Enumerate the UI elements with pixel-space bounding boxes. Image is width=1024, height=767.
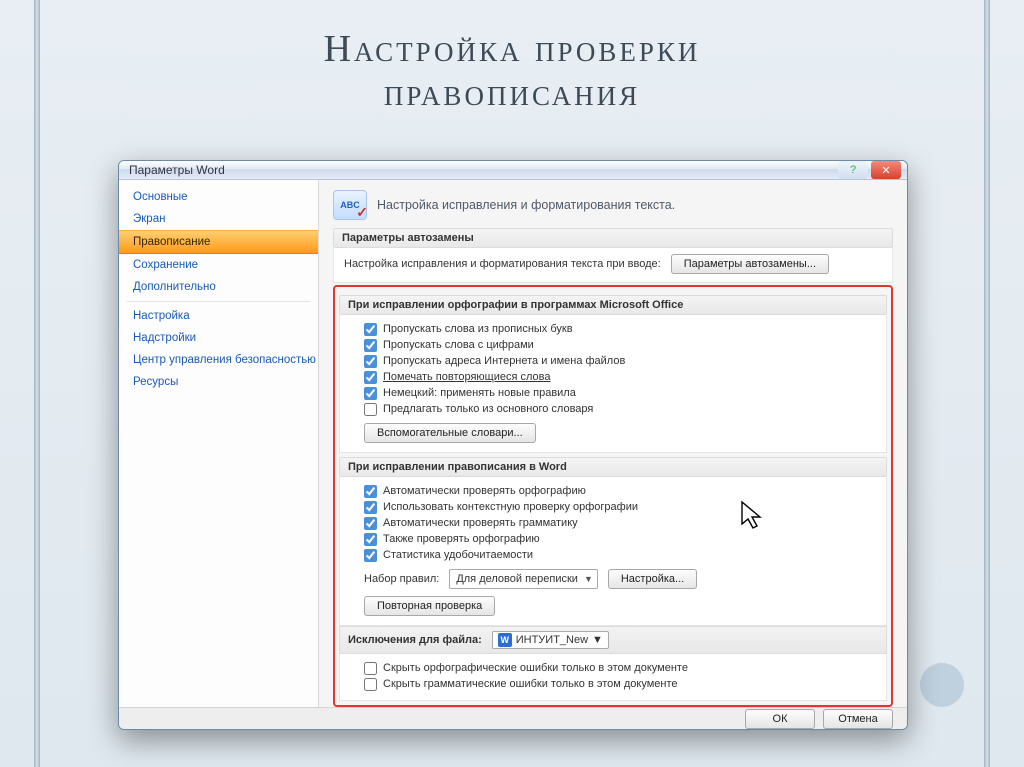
autocorrect-options-button[interactable]: Параметры автозамены... <box>671 254 829 274</box>
chk-auto-grammar-label: Автоматически проверять грамматику <box>383 517 578 529</box>
ruleset-label: Набор правил: <box>364 573 439 585</box>
slide-title: Настройка проверки правописания <box>0 0 1024 137</box>
ruleset-dropdown[interactable]: Для деловой переписки ▼ <box>449 569 598 589</box>
sidebar-item-customize[interactable]: Настройка <box>119 305 318 327</box>
chk-repeated[interactable] <box>364 371 377 384</box>
sidebar-item-proofing[interactable]: Правописание <box>119 230 318 254</box>
help-button[interactable]: ? <box>838 161 868 179</box>
sidebar: Основные Экран Правописание Сохранение Д… <box>119 180 319 707</box>
chk-hide-grammar-label: Скрыть грамматические ошибки только в эт… <box>383 678 678 690</box>
chk-numbers[interactable] <box>364 339 377 352</box>
chevron-down-icon: ▼ <box>584 574 593 584</box>
chk-hide-spell[interactable] <box>364 662 377 675</box>
window-title: Параметры Word <box>129 163 225 177</box>
main-header-text: Настройка исправления и форматирования т… <box>377 198 675 212</box>
sidebar-item-addins[interactable]: Надстройки <box>119 327 318 349</box>
ok-button[interactable]: ОК <box>745 709 815 729</box>
ruleset-value: Для деловой переписки <box>456 573 578 585</box>
recheck-button[interactable]: Повторная проверка <box>364 596 495 616</box>
section-office-title: При исправлении орфографии в программах … <box>339 295 887 315</box>
sidebar-item-save[interactable]: Сохранение <box>119 254 318 276</box>
sidebar-item-trust[interactable]: Центр управления безопасностью <box>119 349 318 371</box>
exclusions-file-name: ИНТУИТ_New <box>516 634 588 646</box>
chk-hide-grammar[interactable] <box>364 678 377 691</box>
chk-maindict[interactable] <box>364 403 377 416</box>
proofing-icon: ABC <box>333 190 367 220</box>
section-word-title: При исправлении правописания в Word <box>339 457 887 477</box>
chk-german-label: Немецкий: применять новые правила <box>383 387 576 399</box>
chk-maindict-label: Предлагать только из основного словаря <box>383 403 593 415</box>
chk-also-spell-label: Также проверять орфографию <box>383 533 540 545</box>
chk-hide-spell-label: Скрыть орфографические ошибки только в э… <box>383 662 688 674</box>
titlebar: Параметры Word ? ✕ <box>119 161 907 180</box>
chk-readability-label: Статистика удобочитаемости <box>383 549 533 561</box>
ruleset-settings-button[interactable]: Настройка... <box>608 569 697 589</box>
chk-auto-spell[interactable] <box>364 485 377 498</box>
exclusions-label: Исключения для файла: <box>348 634 482 646</box>
custom-dictionaries-button[interactable]: Вспомогательные словари... <box>364 423 536 443</box>
chk-context-spell-label: Использовать контекстную проверку орфогр… <box>383 501 638 513</box>
close-button[interactable]: ✕ <box>871 161 901 179</box>
chk-internet[interactable] <box>364 355 377 368</box>
chk-numbers-label: Пропускать слова с цифрами <box>383 339 534 351</box>
main-panel: ABC Настройка исправления и форматирован… <box>319 180 907 707</box>
chk-auto-spell-label: Автоматически проверять орфографию <box>383 485 586 497</box>
highlight-box: При исправлении орфографии в программах … <box>333 285 893 707</box>
chk-auto-grammar[interactable] <box>364 517 377 530</box>
chk-repeated-label: Помечать повторяющиеся слова <box>383 371 551 383</box>
section-autocorrect-title: Параметры автозамены <box>333 228 893 248</box>
chk-uppercase[interactable] <box>364 323 377 336</box>
word-options-dialog: Параметры Word ? ✕ Основные Экран Правоп… <box>118 160 908 730</box>
sidebar-item-advanced[interactable]: Дополнительно <box>119 276 318 298</box>
chevron-down-icon: ▼ <box>592 634 603 646</box>
sidebar-item-resources[interactable]: Ресурсы <box>119 371 318 393</box>
chk-readability[interactable] <box>364 549 377 562</box>
word-doc-icon: W <box>498 633 512 647</box>
dialog-footer: ОК Отмена <box>119 707 907 729</box>
decorative-circle <box>920 663 964 707</box>
autocorrect-desc: Настройка исправления и форматирования т… <box>344 258 661 270</box>
chk-uppercase-label: Пропускать слова из прописных букв <box>383 323 573 335</box>
sidebar-item-general[interactable]: Основные <box>119 186 318 208</box>
chk-also-spell[interactable] <box>364 533 377 546</box>
sidebar-item-display[interactable]: Экран <box>119 208 318 230</box>
chk-german[interactable] <box>364 387 377 400</box>
chk-internet-label: Пропускать адреса Интернета и имена файл… <box>383 355 625 367</box>
exclusions-file-dropdown[interactable]: W ИНТУИТ_New ▼ <box>492 631 609 649</box>
chk-context-spell[interactable] <box>364 501 377 514</box>
cancel-button[interactable]: Отмена <box>823 709 893 729</box>
